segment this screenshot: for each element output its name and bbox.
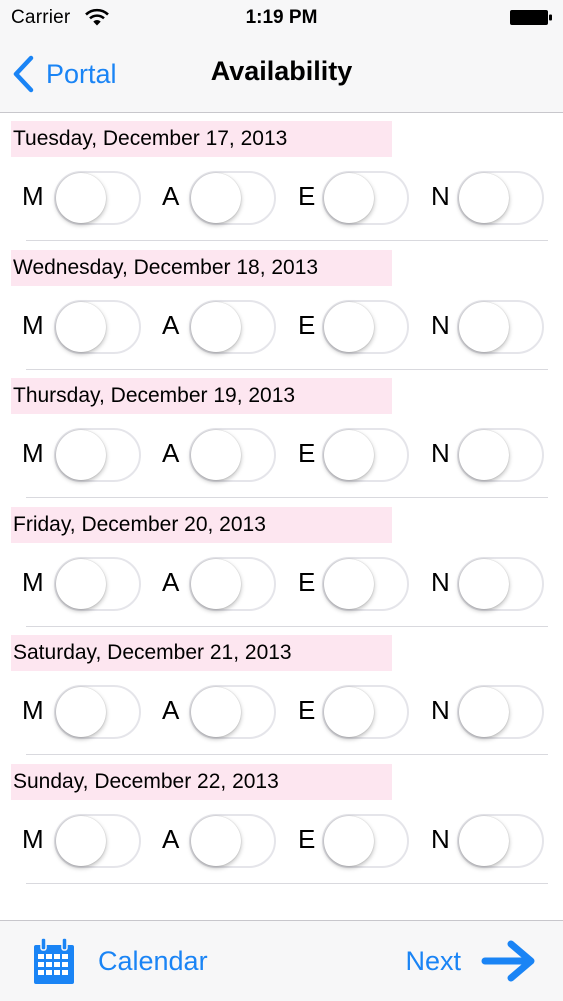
- shift-label: A: [162, 566, 180, 597]
- day-date-header: Saturday, December 21, 2013: [11, 635, 392, 672]
- shift-label: M: [22, 566, 44, 597]
- shift-toggle-switch[interactable]: [189, 814, 276, 868]
- shift-toggle-switch[interactable]: [322, 299, 409, 354]
- day-date-header: Thursday, December 19, 2013: [11, 378, 392, 415]
- toggle-knob: [191, 558, 241, 609]
- toggle-knob: [191, 816, 241, 866]
- shift-toggle-switch[interactable]: [457, 814, 544, 868]
- day-section: Thursday, December 19, 2013 M A E N: [0, 370, 563, 499]
- shift-label: E: [298, 824, 316, 854]
- shift-label: M: [22, 824, 44, 854]
- toggle-knob: [56, 687, 106, 738]
- toggle-knob: [459, 816, 509, 866]
- shift-label: A: [162, 695, 180, 726]
- next-button[interactable]: Next: [405, 935, 537, 987]
- shift-toggle-switch[interactable]: [189, 299, 276, 354]
- battery-icon: [510, 10, 552, 25]
- shift-label: N: [431, 309, 450, 340]
- shift-label: E: [298, 181, 316, 211]
- toggle-knob: [191, 301, 241, 352]
- toggle-knob: [459, 173, 509, 223]
- day-section: Tuesday, December 17, 2013 M A E N: [0, 113, 563, 241]
- shift-label: A: [162, 824, 180, 854]
- shift-toggle-switch[interactable]: [189, 428, 276, 483]
- toggle-knob: [324, 430, 374, 481]
- toggle-knob: [459, 301, 509, 352]
- availability-list: Tuesday, December 17, 2013 M A E N Wednesday,…: [0, 113, 563, 920]
- toggle-knob: [324, 816, 374, 866]
- calendar-label: Calendar: [98, 945, 208, 976]
- shift-label: N: [431, 566, 450, 597]
- shift-toggle-switch[interactable]: [457, 299, 544, 354]
- shift-label: A: [162, 438, 180, 469]
- shift-label: N: [431, 181, 450, 211]
- shift-label: M: [22, 309, 44, 340]
- day-date-header: Wednesday, December 18, 2013: [11, 249, 392, 286]
- arrow-right-icon: [481, 940, 535, 982]
- shift-label: M: [22, 695, 44, 726]
- bottom-toolbar: Calendar Next: [0, 920, 563, 1001]
- calendar-button[interactable]: Calendar: [33, 935, 208, 987]
- status-bar: Carrier 1:19 PM: [0, 0, 563, 36]
- row-separator: [26, 883, 548, 884]
- shift-toggle-switch[interactable]: [54, 428, 141, 483]
- shift-label: M: [22, 438, 44, 469]
- page-title: Availability: [210, 56, 353, 86]
- shift-toggle-switch[interactable]: [54, 299, 141, 354]
- shift-label: N: [431, 824, 450, 854]
- shift-toggle-switch[interactable]: [54, 814, 141, 868]
- day-date-header: Sunday, December 22, 2013: [11, 764, 392, 800]
- toggle-knob: [191, 687, 241, 738]
- day-date-header: Friday, December 20, 2013: [11, 506, 392, 543]
- shift-toggle-switch[interactable]: [457, 428, 544, 483]
- shift-toggle-switch[interactable]: [457, 556, 544, 611]
- toggle-knob: [324, 173, 374, 223]
- shift-label: E: [298, 695, 316, 726]
- shift-label: A: [162, 309, 180, 340]
- toggle-knob: [324, 301, 374, 352]
- next-label: Next: [405, 945, 461, 976]
- shift-label: N: [431, 695, 450, 726]
- calendar-icon: [34, 937, 74, 984]
- toggle-knob: [56, 430, 106, 481]
- toggle-knob: [56, 558, 106, 609]
- shift-toggle-switch[interactable]: [322, 428, 409, 483]
- toggle-knob: [191, 173, 241, 223]
- shift-toggle-switch[interactable]: [54, 556, 141, 611]
- shift-toggle-switch[interactable]: [322, 814, 409, 868]
- shift-label: A: [162, 181, 180, 211]
- navigation-bar: Portal Availability: [0, 36, 563, 113]
- shift-label: N: [431, 438, 450, 469]
- shift-toggle-switch[interactable]: [189, 685, 276, 740]
- toggle-knob: [56, 301, 106, 352]
- toggle-knob: [324, 687, 374, 738]
- shift-toggle-switch[interactable]: [54, 685, 141, 740]
- toggle-knob: [56, 173, 106, 223]
- shift-toggle-switch[interactable]: [189, 556, 276, 611]
- status-time: 1:19 PM: [245, 7, 318, 28]
- shift-toggle-switch[interactable]: [457, 171, 544, 225]
- shift-toggle-switch[interactable]: [322, 685, 409, 740]
- day-section: Saturday, December 21, 2013 M A E N: [0, 627, 563, 756]
- day-date-header: Tuesday, December 17, 2013: [11, 121, 392, 157]
- shift-label: E: [298, 438, 316, 469]
- day-section: Sunday, December 22, 2013 M A E N: [0, 756, 563, 884]
- toggle-knob: [56, 816, 106, 866]
- shift-toggle-switch[interactable]: [54, 171, 141, 225]
- day-section: Friday, December 20, 2013 M A E N: [0, 499, 563, 627]
- toggle-knob: [324, 558, 374, 609]
- toggle-knob: [459, 687, 509, 738]
- shift-label: M: [22, 181, 44, 211]
- shift-toggle-switch[interactable]: [322, 556, 409, 611]
- toggle-knob: [459, 430, 509, 481]
- shift-toggle-switch[interactable]: [457, 685, 544, 740]
- toggle-knob: [459, 558, 509, 609]
- shift-toggle-switch[interactable]: [322, 171, 409, 225]
- toggle-knob: [191, 430, 241, 481]
- shift-toggle-switch[interactable]: [189, 171, 276, 225]
- day-section: Wednesday, December 18, 2013 M A E N: [0, 242, 563, 370]
- shift-label: E: [298, 309, 316, 340]
- shift-label: E: [298, 566, 316, 597]
